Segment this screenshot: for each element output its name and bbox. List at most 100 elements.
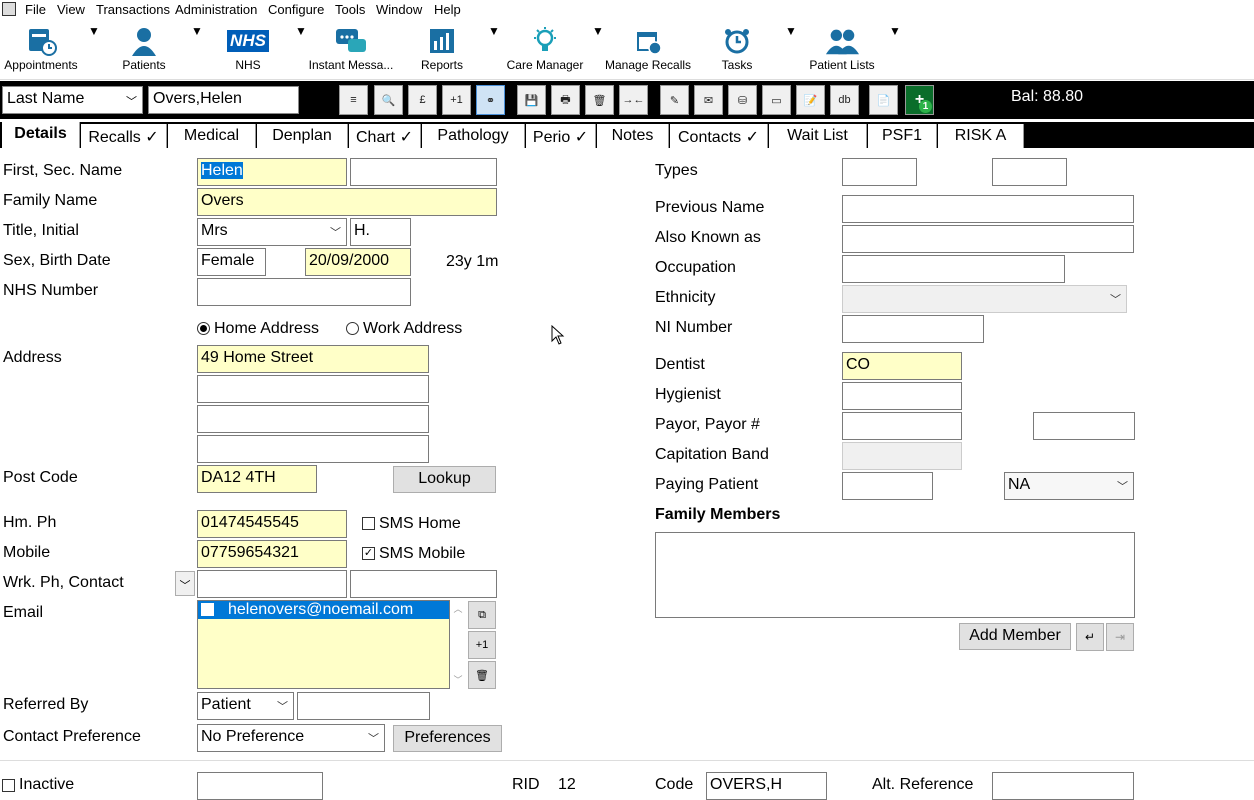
align-button[interactable]: ≡	[339, 85, 368, 115]
menu-administration[interactable]: Administration	[175, 2, 257, 17]
menu-help[interactable]: Help	[434, 2, 461, 17]
search-button[interactable]: 🔍	[374, 85, 403, 115]
home-phone-field[interactable]: 01474545545	[197, 510, 347, 538]
edit-button[interactable]: ✎	[660, 85, 689, 115]
menu-file[interactable]: File	[25, 2, 46, 17]
medical-alert-button[interactable]: + 1	[905, 85, 934, 115]
save-button[interactable]: 💾	[517, 85, 546, 115]
work-phone-dropdown[interactable]: ﹀	[175, 571, 195, 596]
tab-wait-list[interactable]: Wait List	[769, 124, 867, 148]
tab-notes[interactable]: Notes	[597, 124, 669, 148]
payor-number-field[interactable]	[1033, 412, 1135, 440]
ni-number-field[interactable]	[842, 315, 984, 343]
code-field[interactable]: OVERS,H	[706, 772, 827, 800]
chevron-down-icon[interactable]: ▼	[191, 24, 203, 74]
email-list[interactable]: ✓ helenovers@noemail.com	[197, 600, 450, 689]
tab-pathology[interactable]: Pathology	[422, 124, 525, 148]
alt-reference-field[interactable]	[992, 772, 1134, 800]
remove-member-icon[interactable]: ⇥	[1106, 623, 1134, 651]
patient-search-input[interactable]: Overs,Helen	[148, 86, 299, 114]
menu-configure[interactable]: Configure	[268, 2, 324, 17]
sex-field[interactable]: Female	[197, 248, 266, 276]
ribbon-care-manager-button[interactable]: Care Manager	[505, 24, 585, 74]
ribbon-instant-messaging-button[interactable]: Instant Messa...	[306, 24, 396, 74]
card-button[interactable]: ▭	[762, 85, 791, 115]
family-members-list[interactable]	[655, 532, 1135, 618]
ethnicity-select[interactable]: ﹀	[842, 285, 1127, 313]
tab-medical[interactable]: Medical	[168, 124, 256, 148]
paying-patient-select[interactable]: NA ﹀	[1004, 472, 1134, 500]
preferences-button[interactable]: Preferences	[393, 725, 502, 752]
db-button[interactable]: db	[830, 85, 859, 115]
chevron-down-icon[interactable]: ▼	[785, 24, 797, 74]
mobile-field[interactable]: 07759654321	[197, 540, 347, 568]
also-known-as-field[interactable]	[842, 225, 1134, 253]
initial-field[interactable]: H.	[350, 218, 411, 246]
birth-date-field[interactable]: 20/09/2000	[305, 248, 411, 276]
ribbon-tasks-button[interactable]: Tasks	[715, 24, 759, 74]
occupation-field[interactable]	[842, 255, 1065, 283]
merge-button[interactable]: →←	[619, 85, 648, 115]
ribbon-manage-recalls-button[interactable]: Manage Recalls	[605, 24, 691, 74]
notes-button[interactable]: 📝	[796, 85, 825, 115]
ribbon-appointments-button[interactable]: Appointments	[0, 24, 82, 74]
home-address-radio[interactable]	[197, 322, 210, 335]
contact-preference-select[interactable]: No Preference ﹀	[197, 724, 385, 752]
document-button[interactable]: 📄	[869, 85, 898, 115]
types-field-1[interactable]	[842, 158, 917, 186]
types-field-2[interactable]	[992, 158, 1067, 186]
contact-field[interactable]	[350, 570, 497, 598]
chevron-down-icon[interactable]: ▼	[488, 24, 500, 74]
tab-psf1[interactable]: PSF1	[868, 124, 937, 148]
email-delete-button[interactable]: 🗑	[468, 661, 496, 689]
address-line2-field[interactable]	[197, 375, 429, 403]
tab-chart[interactable]: Chart ✓	[349, 124, 421, 148]
address-line1-field[interactable]: 49 Home Street	[197, 345, 429, 373]
email-copy-button[interactable]: ⧉	[468, 601, 496, 629]
link-button[interactable]: ⚭	[476, 85, 505, 115]
delete-button[interactable]: 🗑	[585, 85, 614, 115]
ribbon-reports-button[interactable]: Reports	[412, 24, 472, 74]
previous-name-field[interactable]	[842, 195, 1134, 223]
ribbon-nhs-button[interactable]: NHS NHS	[218, 24, 278, 74]
search-type-select[interactable]: Last Name ﹀	[2, 86, 143, 114]
lookup-button[interactable]: Lookup	[393, 466, 496, 493]
tab-perio[interactable]: Perio ✓	[526, 124, 596, 148]
referred-by-detail-field[interactable]	[297, 692, 430, 720]
menu-window[interactable]: Window	[376, 2, 422, 17]
sms-mobile-checkbox[interactable]: ✓	[362, 547, 375, 560]
chevron-down-icon[interactable]: ▼	[88, 24, 100, 74]
hygienist-field[interactable]	[842, 382, 962, 410]
email-scrollbar[interactable]: ︿ ﹀	[452, 602, 464, 688]
nhs-number-field[interactable]	[197, 278, 411, 306]
dentist-field[interactable]: CO	[842, 352, 962, 380]
address-line4-field[interactable]	[197, 435, 429, 463]
database-button[interactable]: ⛁	[728, 85, 757, 115]
paying-patient-field[interactable]	[842, 472, 933, 500]
chevron-down-icon[interactable]: ▼	[592, 24, 604, 74]
link-member-icon[interactable]: ↵	[1076, 623, 1104, 651]
balance-button[interactable]: £	[408, 85, 437, 115]
print-button[interactable]: 🖶	[551, 85, 580, 115]
ribbon-patients-button[interactable]: Patients	[112, 24, 176, 74]
title-select[interactable]: Mrs ﹀	[197, 218, 347, 246]
postcode-field[interactable]: DA12 4TH	[197, 465, 317, 493]
add-one-button[interactable]: +1	[442, 85, 471, 115]
first-name-field[interactable]: Helen	[197, 158, 347, 186]
email-list-item[interactable]: ✓ helenovers@noemail.com	[198, 601, 449, 619]
email-add-button[interactable]: +1	[468, 631, 496, 659]
address-line3-field[interactable]	[197, 405, 429, 433]
inactive-checkbox[interactable]	[2, 779, 15, 792]
menu-transactions[interactable]: Transactions	[96, 2, 170, 17]
referred-by-select[interactable]: Patient ﹀	[197, 692, 294, 720]
tab-risk-a[interactable]: RISK A	[938, 124, 1024, 148]
family-name-field[interactable]: Overs	[197, 188, 497, 216]
mail-button[interactable]: ✉	[694, 85, 723, 115]
work-phone-field[interactable]	[197, 570, 347, 598]
menu-tools[interactable]: Tools	[335, 2, 365, 17]
sms-home-checkbox[interactable]	[362, 517, 375, 530]
tab-denplan[interactable]: Denplan	[257, 124, 348, 148]
second-name-field[interactable]	[350, 158, 497, 186]
tab-contacts[interactable]: Contacts ✓	[670, 124, 768, 148]
tab-recalls[interactable]: Recalls ✓	[81, 124, 167, 148]
